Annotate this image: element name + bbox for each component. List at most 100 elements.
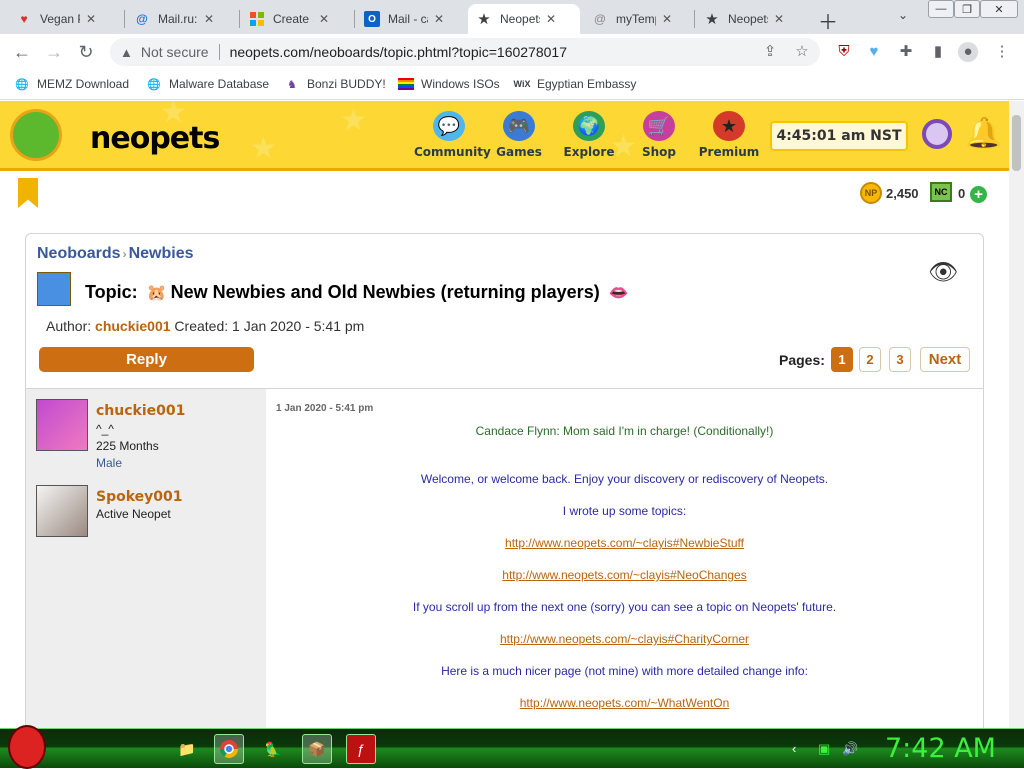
- author-tag: ^_^: [96, 422, 114, 436]
- topic-icon: [37, 272, 71, 306]
- neopet-emote-icon: 🐹: [146, 285, 167, 302]
- neopoints-icon: NP: [860, 182, 882, 204]
- author-avatar[interactable]: [36, 399, 88, 451]
- close-icon[interactable]: ✕: [319, 12, 329, 26]
- nav-community[interactable]: 💬 Community: [414, 111, 491, 159]
- tab-mytemp[interactable]: @ myTemp ✕: [584, 4, 696, 34]
- breadcrumb-newbies[interactable]: Newbies: [129, 245, 194, 262]
- author-months: 225 Months: [96, 439, 159, 453]
- tab-mailru[interactable]: @ Mail.ru: n ✕: [126, 4, 240, 34]
- file-explorer-icon[interactable]: 📁: [172, 734, 202, 764]
- search-icon[interactable]: [922, 119, 952, 149]
- tab-search-button[interactable]: ⌄: [898, 8, 908, 22]
- reload-button[interactable]: ↻: [74, 40, 98, 64]
- forward-button[interactable]: →: [42, 40, 66, 64]
- star-decoration: ★: [250, 132, 277, 165]
- page-1-button[interactable]: 1: [831, 347, 853, 372]
- tab-title: myTemp: [616, 12, 656, 26]
- globe-icon: 🌐: [15, 78, 29, 91]
- bookmark-malware-db[interactable]: 🌐 Malware Database: [146, 76, 269, 92]
- extension-heart-icon[interactable]: ♥: [864, 42, 884, 62]
- close-icon[interactable]: ✕: [774, 12, 784, 26]
- neopets-logo[interactable]: neopets: [90, 121, 220, 156]
- profile-avatar-icon[interactable]: ●: [958, 42, 978, 62]
- address-bar[interactable]: ▲ Not secure neopets.com/neoboards/topic…: [110, 38, 820, 66]
- nav-label: Premium: [698, 145, 760, 159]
- nav-shop[interactable]: 🛒 Shop: [624, 111, 694, 159]
- close-icon[interactable]: ✕: [546, 12, 556, 26]
- chrome-icon[interactable]: [214, 734, 244, 764]
- tab-neopets[interactable]: ★ Neopets ✕: [696, 4, 808, 34]
- star-decoration: ★: [340, 104, 367, 137]
- outlook-icon: O: [364, 11, 380, 27]
- window-close-button[interactable]: ✕: [980, 0, 1018, 18]
- tab-title: Vegan Pa: [40, 12, 80, 26]
- bookmark-bonzi[interactable]: ♞ Bonzi BUDDY!: [284, 76, 386, 92]
- post-link[interactable]: http://www.neopets.com/~clayis#NewbieStu…: [266, 536, 983, 550]
- bell-icon[interactable]: 🔔: [965, 117, 1002, 151]
- author-gender: Male: [96, 456, 123, 470]
- tray-volume-icon[interactable]: 🔊: [842, 741, 858, 757]
- post-link[interactable]: http://www.neopets.com/~WhatWentOn: [266, 696, 983, 710]
- close-icon[interactable]: ✕: [86, 12, 96, 26]
- created-label: Created:: [174, 318, 229, 334]
- side-panel-icon[interactable]: ▮: [928, 42, 948, 62]
- bookmark-star-icon[interactable]: ☆: [792, 42, 812, 62]
- reply-button[interactable]: Reply: [39, 347, 254, 372]
- nst-clock: 4:45:01 am NST: [770, 121, 908, 151]
- flash-app-icon[interactable]: ƒ: [346, 734, 376, 764]
- extensions-puzzle-icon[interactable]: ✚: [896, 42, 916, 62]
- page-3-button[interactable]: 3: [889, 347, 911, 372]
- tab-neopets-active[interactable]: ★ Neopets ✕: [468, 4, 580, 34]
- package-app-icon[interactable]: 📦: [302, 734, 332, 764]
- share-icon[interactable]: ⇪: [760, 42, 780, 62]
- nav-premium[interactable]: ★ Premium: [694, 111, 764, 159]
- breadcrumb-neoboards[interactable]: Neoboards: [37, 245, 121, 262]
- tab-create-account[interactable]: Create ac ✕: [241, 4, 355, 34]
- mascot-logo[interactable]: [10, 109, 62, 161]
- tab-outlook[interactable]: O Mail - cal ✕: [356, 4, 470, 34]
- neopet-avatar[interactable]: [36, 485, 88, 537]
- next-page-button[interactable]: Next: [920, 347, 970, 372]
- game-app-icon[interactable]: 🦜: [258, 734, 288, 764]
- topic-panel: Neoboards › Newbies Topic: 🐹 New Newbies an…: [25, 233, 984, 728]
- windows-icon: [249, 11, 265, 27]
- neopet-name-link[interactable]: Spokey001: [96, 489, 183, 505]
- topic-name: New Newbies and Old Newbies (returning p…: [170, 282, 600, 302]
- close-icon[interactable]: ✕: [434, 12, 444, 26]
- menu-dots-icon[interactable]: ⋮: [992, 42, 1012, 62]
- bookmark-memz[interactable]: 🌐 MEMZ Download: [14, 76, 129, 92]
- post-line: Candace Flynn: Mom said I'm in charge! (…: [475, 424, 774, 438]
- close-icon[interactable]: ✕: [662, 12, 672, 26]
- tab-vegan[interactable]: ♥ Vegan Pa ✕: [8, 4, 124, 34]
- shopping-cart-icon: 🛒: [643, 111, 675, 141]
- post-link[interactable]: http://www.neopets.com/~clayis#NeoChange…: [266, 568, 983, 582]
- taskbar-clock[interactable]: 7:42 AM: [885, 733, 996, 764]
- bookmark-egyptian-embassy[interactable]: WiX Egyptian Embassy: [514, 76, 637, 92]
- post-date: 1 Jan 2020 - 5:41 pm: [276, 403, 374, 414]
- start-button[interactable]: [8, 725, 46, 769]
- nav-explore[interactable]: 🌍 Explore: [554, 111, 624, 159]
- back-button[interactable]: ←: [10, 40, 34, 64]
- tray-chevron-icon[interactable]: ‹: [792, 741, 796, 756]
- minimize-button[interactable]: —: [928, 0, 954, 18]
- watch-topic-eye-icon[interactable]: 👁: [928, 258, 958, 287]
- neopets-page: ★ ★ ★ ★ neopets 💬 Community 🎮 Games 🌍 Ex…: [0, 101, 1009, 728]
- tray-network-icon[interactable]: ▣: [818, 741, 830, 757]
- close-icon[interactable]: ✕: [204, 12, 214, 26]
- maximize-button[interactable]: ❐: [954, 0, 980, 18]
- post-link[interactable]: http://www.neopets.com/~clayis#CharityCo…: [266, 632, 983, 646]
- page-scrollbar[interactable]: [1009, 101, 1024, 728]
- author-link[interactable]: chuckie001: [95, 318, 171, 334]
- new-tab-button[interactable]: ＋: [818, 6, 838, 35]
- scrollbar-thumb[interactable]: [1012, 115, 1021, 171]
- author-name-link[interactable]: chuckie001: [96, 403, 185, 419]
- globe-icon: 🌍: [573, 111, 605, 141]
- add-neocash-button[interactable]: +: [970, 186, 987, 203]
- bookmarks-bar: 🌐 MEMZ Download 🌐 Malware Database ♞ Bon…: [0, 70, 1024, 100]
- page-2-button[interactable]: 2: [859, 347, 881, 372]
- bookmark-windows-isos[interactable]: Windows ISOs: [398, 76, 500, 92]
- nav-games[interactable]: 🎮 Games: [484, 111, 554, 159]
- bookmark-flag-icon[interactable]: [18, 178, 38, 208]
- extension-shield-icon[interactable]: ⛨: [834, 42, 854, 62]
